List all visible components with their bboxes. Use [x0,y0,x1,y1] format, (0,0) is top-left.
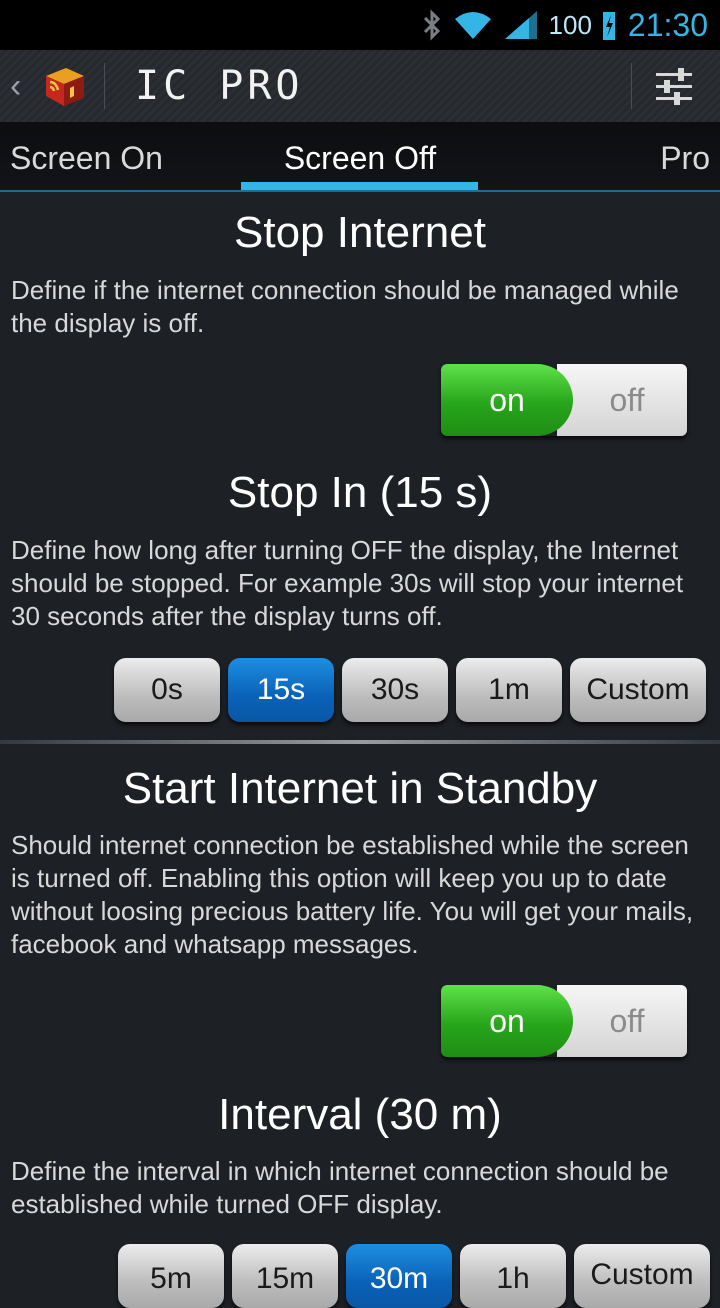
interval-option-30m[interactable]: 30m [346,1244,452,1308]
stop-in-description: Define how long after turning OFF the di… [11,535,684,631]
stop-internet-title: Stop Internet [234,208,486,257]
tab-indicator [241,182,478,190]
bluetooth-icon [421,9,443,41]
stop-internet-description: Define if the internet connection should… [11,275,679,338]
interval-option-5m[interactable]: 5m [118,1244,224,1308]
tab-strip: Screen On Screen Off Pro [0,122,720,192]
stop-internet-toggle[interactable]: off on [441,364,687,436]
toggle-off-label[interactable]: off [557,985,687,1057]
toggle-off-label[interactable]: off [557,364,687,436]
app-logo-icon[interactable] [38,60,90,112]
action-bar-divider [104,63,105,109]
section-separator [0,740,720,744]
tab-pro[interactable]: Pro [660,140,710,177]
stop-in-option-15s[interactable]: 15s [228,658,334,722]
interval-option-1h[interactable]: 1h [460,1244,566,1308]
settings-sliders-icon[interactable] [652,64,696,108]
toggle-on-label[interactable]: on [441,985,573,1057]
toggle-on-label[interactable]: on [441,364,573,436]
status-bar: 100 21:30 [0,0,720,50]
wifi-icon [453,9,493,41]
stop-in-option-30s[interactable]: 30s [342,658,448,722]
interval-title: Interval (30 m) [218,1090,502,1139]
standby-description: Should internet connection be establishe… [11,830,694,959]
interval-options: 5m 15m 30m 1h Custom [118,1244,710,1308]
interval-option-custom[interactable]: Custom [574,1244,710,1308]
stop-in-option-0s[interactable]: 0s [114,658,220,722]
action-bar-divider-right [631,63,632,109]
standby-title: Start Internet in Standby [122,764,598,813]
battery-level: 100 [548,9,592,40]
app-title: IC PRO [135,63,304,109]
back-chevron-icon[interactable]: ‹ [10,67,36,106]
battery-icon [602,9,616,41]
signal-icon [503,9,539,41]
stop-in-options: 0s 15s 30s 1m Custom [114,658,708,722]
tab-screen-off[interactable]: Screen Off [0,140,720,177]
stop-in-option-custom[interactable]: Custom [570,658,706,722]
action-bar: ‹ IC PRO [0,50,720,122]
stop-in-title: Stop In (15 s) [227,468,493,517]
interval-description: Define the interval in which internet co… [11,1156,669,1219]
interval-option-15m[interactable]: 15m [232,1244,338,1308]
standby-toggle[interactable]: off on [441,985,687,1057]
stop-in-option-1m[interactable]: 1m [456,658,562,722]
status-clock: 21:30 [627,6,708,43]
